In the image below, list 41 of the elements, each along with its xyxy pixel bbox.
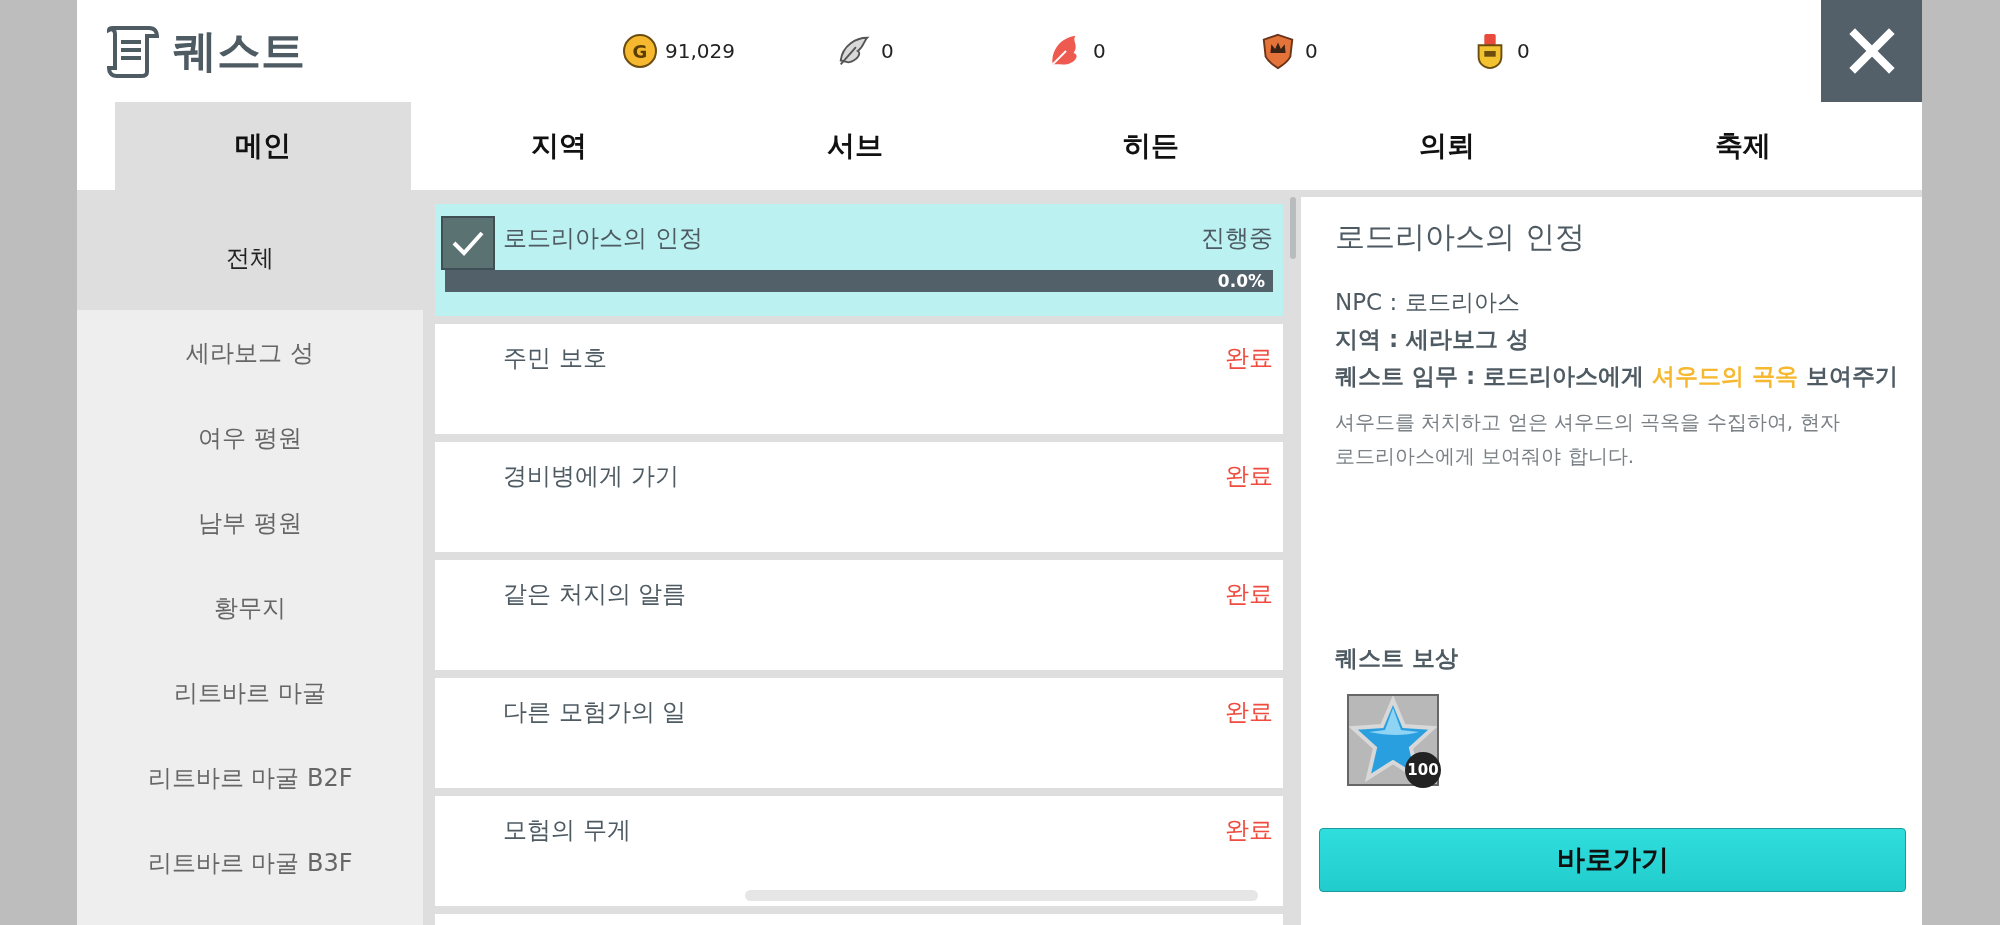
currency-amount: 0 [1305,39,1318,63]
checkbox[interactable] [441,216,496,270]
quest-description: 셔우드를 처치하고 얻은 셔우드의 곡옥을 수집하여, 현자 로드리아스에게 보여줘야 합니다. [1335,409,1841,470]
quest-item[interactable]: 모험의 무게 완료 [435,796,1283,906]
reward-heading: 퀘스트 보상 [1335,644,1459,673]
quest-status: 완료 [1225,461,1273,492]
region-label: 지역 : 세라보그 성 [1335,325,1531,354]
close-button[interactable] [1821,0,1922,102]
window-title: 퀘스트 [173,23,306,78]
quest-item[interactable]: 같은 처지의 알름 완료 [435,560,1283,670]
quest-name: 경비병에게 가기 [503,461,679,492]
currency-amount: 91,029 [665,39,735,63]
currency-amount: 0 [881,39,894,63]
scrollbar[interactable] [745,890,1259,901]
currency-amount: 0 [1093,39,1106,63]
go-button[interactable]: 바로가기 [1319,828,1906,892]
quest-name: 같은 처지의 알름 [503,579,687,610]
tab[interactable]: 메인 [115,102,411,190]
quest-item[interactable]: 경비병에게 가기 완료 [435,442,1283,552]
quest-name: 로드리아스의 인정 [503,223,703,254]
quest-name: 다른 모험가의 일 [503,697,687,728]
quest-title: 로드리아스의 인정 [1335,218,1586,256]
reward-slot[interactable]: 100 [1347,694,1439,786]
scrollbar[interactable] [1290,197,1296,259]
quest-status: 완료 [1225,697,1273,728]
quest-name: 주민 보호 [503,343,607,374]
quest-status: 완료 [1225,579,1273,610]
quest-name: 모험의 무게 [503,815,631,846]
progress-reading: 0.0% [1217,271,1266,291]
quest-status: 완료 [1225,343,1273,374]
npc-label: NPC : 로드리아스 [1335,288,1521,317]
category-item[interactable]: 전체 [77,190,424,310]
quest-item[interactable]: 로드리아스의 인정 진행중 0.0% [435,204,1283,316]
reward-count: 100 [1405,752,1441,788]
quest-status: 진행중 [1201,223,1273,254]
quest-item[interactable]: 다른 모험가의 일 완료 [435,678,1283,788]
mission-text: 퀘스트 임무 : 로드리아스에게 셔우드의 곡옥 보여주기 [1335,362,1900,391]
currency-amount: 0 [1517,39,1530,63]
coin-icon: G [623,34,657,68]
quest-status: 완료 [1225,815,1273,846]
quest-item[interactable]: 주민 보호 완료 [435,324,1283,434]
